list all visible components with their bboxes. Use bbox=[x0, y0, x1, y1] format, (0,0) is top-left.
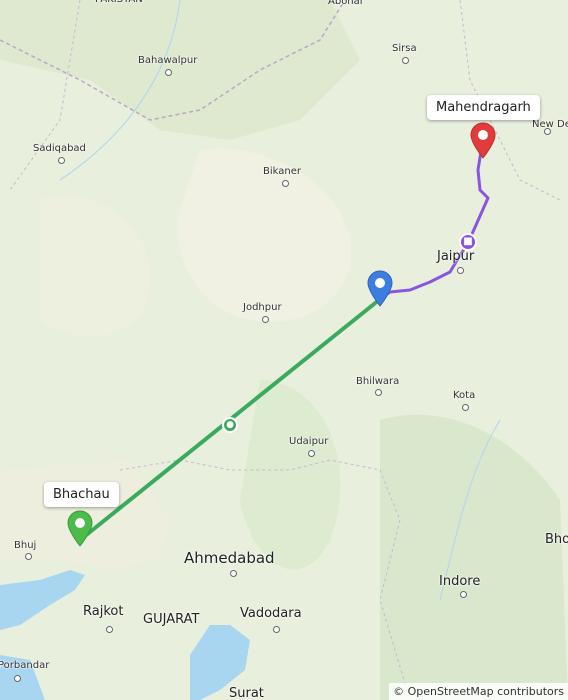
map-canvas[interactable]: PAKISTANAboharSirsaBahawalpurNew DeSadiq… bbox=[0, 0, 568, 700]
city-dot-icon bbox=[544, 128, 551, 135]
origin-marker-icon[interactable] bbox=[66, 509, 94, 547]
city-label: Bahawalpur bbox=[138, 55, 198, 66]
city-dot-icon bbox=[402, 57, 409, 64]
city-label: Sirsa bbox=[392, 43, 417, 54]
city-dot-icon bbox=[25, 553, 32, 560]
city-label: Bhilwara bbox=[356, 376, 400, 387]
city-label: Rajkot bbox=[83, 604, 124, 619]
city-label: Indore bbox=[439, 574, 481, 589]
city-label: Abohar bbox=[328, 0, 364, 7]
city-dot-icon bbox=[165, 69, 172, 76]
city-dot-icon bbox=[273, 626, 280, 633]
city-label: Kota bbox=[453, 390, 476, 401]
city-label: Ahmedabad bbox=[184, 549, 275, 567]
map-attribution[interactable]: © OpenStreetMap contributors bbox=[389, 683, 568, 700]
destination-marker-icon[interactable] bbox=[469, 121, 497, 159]
city-label: Bhuj bbox=[14, 540, 37, 551]
city-dot-icon bbox=[308, 450, 315, 457]
destination-label: Mahendragarh bbox=[427, 95, 540, 120]
city-label: Jodhpur bbox=[243, 302, 282, 313]
origin-label: Bhachau bbox=[44, 482, 119, 507]
city-label: Udaipur bbox=[289, 436, 329, 447]
city-dot-icon bbox=[460, 591, 467, 598]
city-label: Sadiqabad bbox=[33, 143, 86, 154]
city-dot-icon bbox=[106, 626, 113, 633]
transit-leg-icon[interactable]: ● bbox=[222, 417, 238, 433]
city-dot-icon bbox=[262, 316, 269, 323]
city-dot-icon bbox=[282, 180, 289, 187]
car-leg-icon[interactable]: ■ bbox=[459, 233, 477, 251]
city-label: Bho bbox=[545, 532, 568, 547]
city-label: Jaipur bbox=[437, 249, 475, 264]
city-dot-icon bbox=[462, 404, 469, 411]
city-label: PAKISTAN bbox=[95, 0, 143, 5]
city-dot-icon bbox=[230, 570, 237, 577]
city-label: Surat bbox=[229, 686, 264, 700]
city-label: Porbandar bbox=[0, 660, 50, 671]
city-label: Bikaner bbox=[263, 166, 301, 177]
city-dot-icon bbox=[14, 675, 21, 682]
city-label: Vadodara bbox=[240, 606, 302, 621]
city-dot-icon bbox=[457, 267, 464, 274]
waypoint-marker-icon[interactable] bbox=[366, 269, 394, 307]
city-dot-icon bbox=[375, 389, 382, 396]
city-label: GUJARAT bbox=[143, 612, 200, 627]
city-dot-icon bbox=[58, 157, 65, 164]
